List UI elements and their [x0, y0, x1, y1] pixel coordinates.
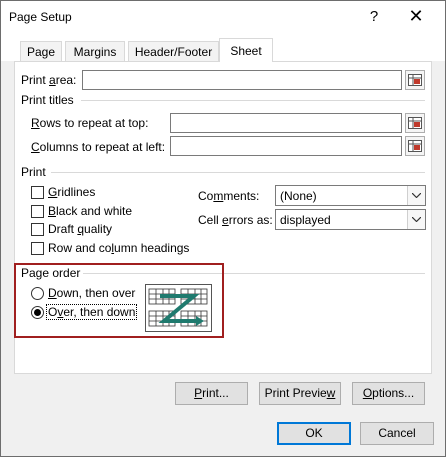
chevron-down-icon[interactable] [407, 210, 425, 229]
title-bar: Page Setup ? ✕ [1, 1, 445, 35]
cell-errors-label: Cell errors as: [198, 213, 273, 227]
black-white-checkbox[interactable] [31, 205, 44, 218]
comments-value: (None) [280, 189, 317, 203]
row-col-headings-label: Row and column headings [48, 241, 190, 255]
draft-quality-checkbox[interactable] [31, 223, 44, 236]
range-select-icon [408, 74, 422, 86]
print-area-collapse-button[interactable] [405, 70, 425, 90]
print-area-input[interactable] [82, 70, 402, 90]
print-separator [51, 172, 425, 173]
print-area-label: Print area: [21, 73, 77, 87]
draft-quality-label: Draft quality [48, 222, 113, 236]
tab-page[interactable]: Page [20, 41, 62, 61]
tab-sheet[interactable]: Sheet [219, 38, 273, 62]
cancel-button[interactable]: Cancel [360, 422, 434, 445]
rows-repeat-collapse-button[interactable] [405, 113, 425, 133]
page-order-highlight [14, 263, 224, 338]
chevron-down-icon[interactable] [407, 186, 425, 205]
ok-button[interactable]: OK [277, 422, 351, 445]
comments-dropdown[interactable]: (None) [275, 185, 426, 206]
print-button[interactable]: Print... [175, 382, 248, 405]
gridlines-label: Gridlines [48, 185, 96, 199]
rows-repeat-label: Rows to repeat at top: [31, 116, 149, 130]
comments-label: Comments: [198, 189, 260, 203]
print-heading: Print [21, 165, 46, 179]
options-button[interactable]: Options... [352, 382, 425, 405]
page-setup-dialog: Page Setup ? ✕ Page Margins Header/Foote… [0, 0, 446, 457]
cols-repeat-collapse-button[interactable] [405, 136, 425, 156]
help-button[interactable]: ? [367, 8, 381, 25]
dialog-title: Page Setup [9, 10, 72, 24]
black-white-label: Black and white [48, 204, 133, 218]
row-col-headings-checkbox[interactable] [31, 242, 44, 255]
rows-repeat-input[interactable] [170, 113, 402, 133]
tab-margins[interactable]: Margins [65, 41, 125, 61]
range-select-icon [408, 140, 422, 152]
gridlines-checkbox[interactable] [31, 186, 44, 199]
print-titles-separator [81, 100, 425, 101]
close-button[interactable]: ✕ [407, 6, 425, 27]
tab-header-footer[interactable]: Header/Footer [128, 41, 219, 61]
cols-repeat-label: Columns to repeat at left: [31, 140, 166, 154]
print-preview-button[interactable]: Print Preview [259, 382, 341, 405]
cell-errors-dropdown[interactable]: displayed [275, 209, 426, 230]
print-titles-heading: Print titles [21, 93, 74, 107]
cell-errors-value: displayed [280, 213, 331, 227]
cols-repeat-input[interactable] [170, 136, 402, 156]
range-select-icon [408, 117, 422, 129]
